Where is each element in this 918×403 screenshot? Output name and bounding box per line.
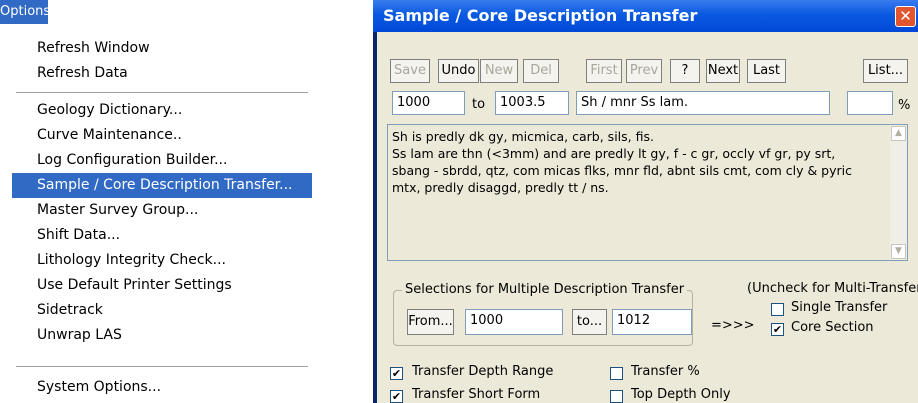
help-button[interactable]: ?: [670, 59, 700, 83]
short-form-field[interactable]: Sh / mnr Ss lam.: [576, 91, 830, 115]
menu-item-shift-data[interactable]: Shift Data...: [12, 223, 312, 248]
depth-from-field[interactable]: 1000: [392, 91, 465, 115]
options-menu-title[interactable]: Options: [0, 0, 50, 24]
menu-item-sidetrack[interactable]: Sidetrack: [12, 298, 312, 323]
list-button[interactable]: List...: [863, 59, 908, 83]
dialog-client-area: Save Undo New Del First Prev ? Next Last…: [377, 32, 918, 403]
description-memo[interactable]: Sh is predly dk gy, micmica, carb, sils,…: [387, 124, 908, 261]
menu-item-geology-dictionary[interactable]: Geology Dictionary...: [12, 98, 312, 123]
transfer-depth-range-checkbox[interactable]: [390, 367, 403, 380]
multi-transfer-group: Selections for Multiple Description Tran…: [393, 282, 693, 346]
save-button[interactable]: Save: [390, 59, 430, 83]
first-button[interactable]: First: [586, 59, 622, 83]
menu-item-use-default-printer-settings[interactable]: Use Default Printer Settings: [12, 273, 312, 298]
menu-item-refresh-data[interactable]: Refresh Data: [12, 61, 312, 86]
top-depth-only-checkbox[interactable]: [610, 390, 623, 403]
scroll-down-icon[interactable]: ▼: [891, 244, 906, 259]
scroll-up-icon[interactable]: ▲: [891, 126, 906, 141]
description-line: Ss lam are thn (<3mm) and are predly lt …: [392, 146, 836, 161]
menu-item-system-options[interactable]: System Options...: [12, 375, 312, 400]
multi-transfer-group-title: Selections for Multiple Description Tran…: [402, 282, 688, 297]
core-section-label: Core Section: [791, 320, 874, 335]
menu-item-unwrap-las[interactable]: Unwrap LAS: [12, 323, 312, 348]
transfer-percent-checkbox[interactable]: [610, 367, 623, 380]
to-label: to: [472, 97, 486, 112]
options-menu: Refresh Window Refresh Data Geology Dict…: [12, 34, 312, 403]
description-text: Sh is predly dk gy, micmica, carb, sils,…: [392, 128, 886, 196]
undo-button[interactable]: Undo: [438, 59, 479, 83]
menu-item-log-configuration-builder[interactable]: Log Configuration Builder...: [12, 148, 312, 173]
transfer-depth-range-label: Transfer Depth Range: [412, 364, 554, 379]
transfer-dialog: Sample / Core Description Transfer ✕ Sav…: [373, 0, 918, 403]
menu-separator: [16, 92, 308, 93]
menu-item-curve-maintenance[interactable]: Curve Maintenance..: [12, 123, 312, 148]
transfer-percent-label: Transfer %: [631, 364, 700, 379]
transfer-short-form-label: Transfer Short Form: [412, 387, 541, 402]
top-depth-only-label: Top Depth Only: [631, 387, 731, 402]
transfer-short-form-checkbox[interactable]: [390, 390, 403, 403]
prev-button[interactable]: Prev: [626, 59, 662, 83]
single-transfer-label: Single Transfer: [791, 300, 888, 315]
core-section-checkbox[interactable]: [771, 323, 784, 336]
depth-to-field[interactable]: 1003.5: [495, 91, 569, 115]
description-line: sbang - sbrdd, qtz, com micas flks, mnr …: [392, 163, 852, 178]
menu-item-lithology-integrity-check[interactable]: Lithology Integrity Check...: [12, 248, 312, 273]
new-button[interactable]: New: [480, 59, 518, 83]
multi-from-field[interactable]: 1000: [465, 309, 563, 335]
last-button[interactable]: Last: [747, 59, 786, 83]
percent-field[interactable]: [847, 91, 893, 115]
next-button[interactable]: Next: [706, 59, 740, 83]
menu-item-sample-core-description-transfer[interactable]: Sample / Core Description Transfer...: [12, 173, 312, 198]
dialog-title: Sample / Core Description Transfer: [383, 6, 698, 25]
menu-item-master-survey-group[interactable]: Master Survey Group...: [12, 198, 312, 223]
description-line: Sh is predly dk gy, micmica, carb, sils,…: [392, 129, 654, 144]
close-icon[interactable]: ✕: [895, 6, 916, 27]
percent-label: %: [898, 98, 911, 113]
menu-separator: [16, 366, 308, 367]
description-line: mtx, predly disaggd, predly tt / ns.: [392, 180, 609, 195]
menu-item-refresh-window[interactable]: Refresh Window: [12, 36, 312, 61]
from-button[interactable]: From...: [407, 309, 454, 335]
multi-to-field[interactable]: 1012: [612, 309, 692, 335]
transfer-arrow: =>>>: [711, 318, 755, 333]
to-button[interactable]: to...: [572, 309, 607, 335]
uncheck-note: (Uncheck for Multi-Transfer): [747, 281, 918, 296]
delete-button[interactable]: Del: [523, 59, 559, 83]
single-transfer-checkbox[interactable]: [771, 303, 784, 316]
dialog-titlebar[interactable]: Sample / Core Description Transfer ✕: [373, 0, 918, 32]
description-scrollbar[interactable]: ▲ ▼: [890, 125, 907, 260]
